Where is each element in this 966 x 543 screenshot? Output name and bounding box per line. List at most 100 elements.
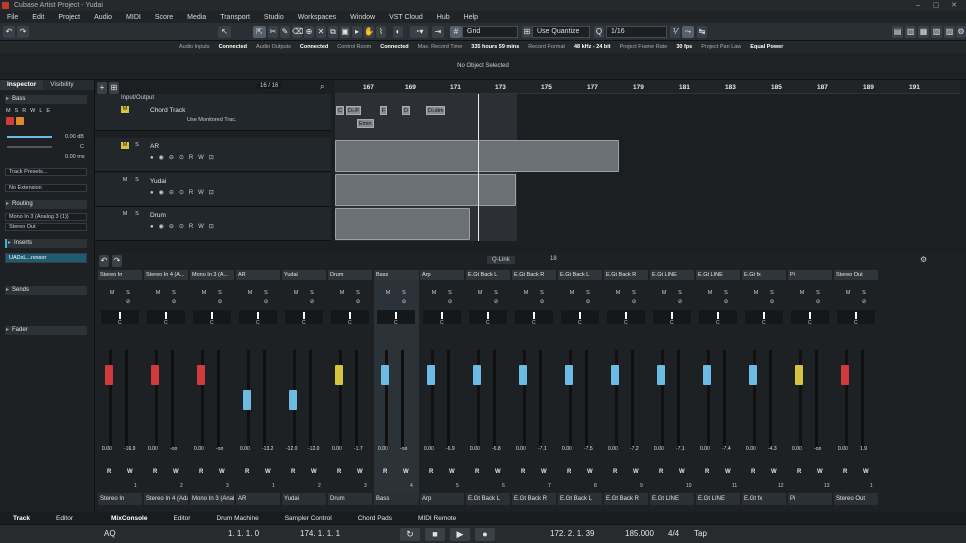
listen-button[interactable]: ⊘ — [814, 299, 822, 306]
track-controls[interactable]: ●◉⊖⊙RW⊡ — [150, 154, 219, 161]
add-track-icon[interactable]: + — [97, 82, 107, 94]
solo-button[interactable]: S — [584, 290, 592, 297]
solo-button[interactable]: S — [124, 290, 132, 297]
channel-strip[interactable]: Stereo In 4 (A... M S ⊘ C 0.00 -oo R W 2 Stereo In… — [144, 270, 189, 505]
track-chord[interactable]: Input/Output M Chord Track Use Monitored… — [95, 94, 331, 131]
write-button[interactable]: W — [771, 469, 777, 475]
volume-fader[interactable] — [565, 365, 573, 385]
quantize-mode-select[interactable]: Use Quantize — [532, 26, 590, 38]
tab-drum-machine[interactable]: Drum Machine — [203, 515, 271, 522]
mixer-undo-icon[interactable]: ↶ — [99, 255, 109, 267]
channel-name-bottom[interactable]: Drum — [328, 493, 372, 505]
channel-name-bottom[interactable]: E.Gt LINE — [696, 493, 740, 505]
volume-fader[interactable] — [795, 365, 803, 385]
tab-chord-pads[interactable]: Chord Pads — [345, 515, 405, 522]
read-button[interactable]: R — [245, 469, 249, 475]
channel-name-bottom[interactable]: E.Gt Back L — [466, 493, 510, 505]
solo-button[interactable]: S — [676, 290, 684, 297]
channel-name[interactable]: E.Gt Back L — [466, 270, 510, 280]
volume-value[interactable]: 0.00 — [332, 446, 342, 452]
channel-name[interactable]: E.Gt Back L — [558, 270, 602, 280]
menu-score[interactable]: Score — [148, 14, 180, 21]
tab-editor[interactable]: Editor — [43, 515, 86, 522]
channel-name[interactable]: Stereo Out — [834, 270, 878, 280]
write-button[interactable]: W — [863, 469, 869, 475]
volume-fader[interactable] — [749, 365, 757, 385]
chord-event[interactable]: F — [380, 106, 388, 115]
maximize-button[interactable]: ▢ — [927, 0, 945, 11]
mute-button[interactable]: M — [121, 106, 129, 113]
solo-button[interactable]: S — [768, 290, 776, 297]
solo-button[interactable]: S — [133, 211, 141, 218]
channel-name[interactable]: E.Gt fx — [742, 270, 786, 280]
write-button[interactable]: W — [679, 469, 685, 475]
read-button[interactable]: R — [153, 469, 157, 475]
split-tool-icon[interactable]: ✂ — [268, 26, 278, 38]
listen-button[interactable]: ⊘ — [722, 299, 730, 306]
channel-name-bottom[interactable]: Bass — [374, 493, 418, 505]
write-button[interactable]: W — [403, 469, 409, 475]
write-button[interactable]: W — [725, 469, 731, 475]
signature-display[interactable]: 4/4 — [668, 529, 679, 538]
chord-event[interactable]: C — [336, 106, 344, 115]
audio-event-drum[interactable] — [335, 208, 470, 240]
volume-value[interactable]: 0.00 — [562, 446, 572, 452]
channel-name-bottom[interactable]: Stereo In — [98, 493, 142, 505]
tab-mixconsole[interactable]: MixConsole — [98, 515, 160, 522]
write-button[interactable]: W — [449, 469, 455, 475]
write-button[interactable]: W — [127, 469, 133, 475]
track-name[interactable]: Chord Track — [150, 107, 185, 114]
volume-fader[interactable] — [519, 365, 527, 385]
track-zoom-value[interactable]: 16 / 16 — [257, 83, 282, 89]
tab-sampler-control[interactable]: Sampler Control — [272, 515, 345, 522]
volume-value[interactable]: 0.00 — [792, 446, 802, 452]
write-button[interactable]: W — [311, 469, 317, 475]
channel-strip[interactable]: Drum M S ⊘ C 0.00 -1.7 R W 3 Drum — [328, 270, 373, 505]
mute-button[interactable]: M — [798, 290, 806, 297]
menu-midi[interactable]: MIDI — [119, 14, 148, 21]
menu-audio[interactable]: Audio — [87, 14, 119, 21]
chord-event[interactable]: Emin — [357, 119, 374, 128]
channel-name-bottom[interactable]: Stereo Out — [834, 493, 878, 505]
iterative-quantize-icon[interactable]: ⅟ — [670, 26, 680, 38]
inserts-section[interactable]: Inserts — [5, 239, 87, 248]
read-button[interactable]: R — [705, 469, 709, 475]
volume-fader[interactable] — [289, 390, 297, 410]
delay-value[interactable]: 0.00 ms — [65, 154, 85, 160]
read-button[interactable]: R — [613, 469, 617, 475]
pan-slider[interactable] — [7, 146, 52, 148]
record-enable-button[interactable] — [6, 117, 14, 125]
volume-fader[interactable] — [197, 365, 205, 385]
solo-button[interactable]: S — [216, 290, 224, 297]
autoscroll-icon[interactable]: ⇥ — [432, 26, 444, 38]
channel-name[interactable]: Pi — [788, 270, 832, 280]
channel-name-bottom[interactable]: Stereo In 4 (Adat 3 (1) / 4 (1)) — [144, 493, 188, 505]
track-yudai[interactable]: M S Yudai ●◉⊖⊙RW⊡ — [95, 173, 331, 207]
read-button[interactable]: R — [383, 469, 387, 475]
mute-button[interactable]: M — [476, 290, 484, 297]
chord-event[interactable]: D♭/F — [346, 106, 362, 115]
channel-name-bottom[interactable]: E.Gt LINE — [650, 493, 694, 505]
solo-button[interactable]: S — [170, 290, 178, 297]
erase-tool-icon[interactable]: ⌫ — [292, 26, 303, 38]
solo-button[interactable]: S — [354, 290, 362, 297]
volume-value[interactable]: 0.00 — [700, 446, 710, 452]
snap-toggle-icon[interactable]: ◔▾ — [410, 26, 428, 38]
right-zone-icon[interactable]: ▧ — [931, 26, 942, 38]
channel-name-bottom[interactable]: Pi — [788, 493, 832, 505]
range-tool-icon[interactable]: ⇱ — [253, 26, 266, 38]
mute-button[interactable]: M — [338, 290, 346, 297]
write-button[interactable]: W — [541, 469, 547, 475]
listen-button[interactable]: ⊘ — [170, 299, 178, 306]
channel-name-bottom[interactable]: E.Gt fx — [742, 493, 786, 505]
mute-button[interactable]: M — [522, 290, 530, 297]
menu-workspaces[interactable]: Workspaces — [291, 14, 343, 21]
mute-tool-icon[interactable]: ✕ — [316, 26, 326, 38]
tab-editor-lower[interactable]: Editor — [160, 515, 203, 522]
position-display[interactable]: 172. 2. 1. 39 — [550, 529, 594, 538]
comp-tool-icon[interactable]: ▣ — [340, 26, 350, 38]
listen-button[interactable]: ⊘ — [676, 299, 684, 306]
window-zone-icon[interactable]: ▨ — [944, 26, 955, 38]
record-format-value[interactable]: 48 kHz - 24 bit — [570, 44, 615, 50]
glue-tool-icon[interactable]: ⧉ — [328, 26, 338, 38]
